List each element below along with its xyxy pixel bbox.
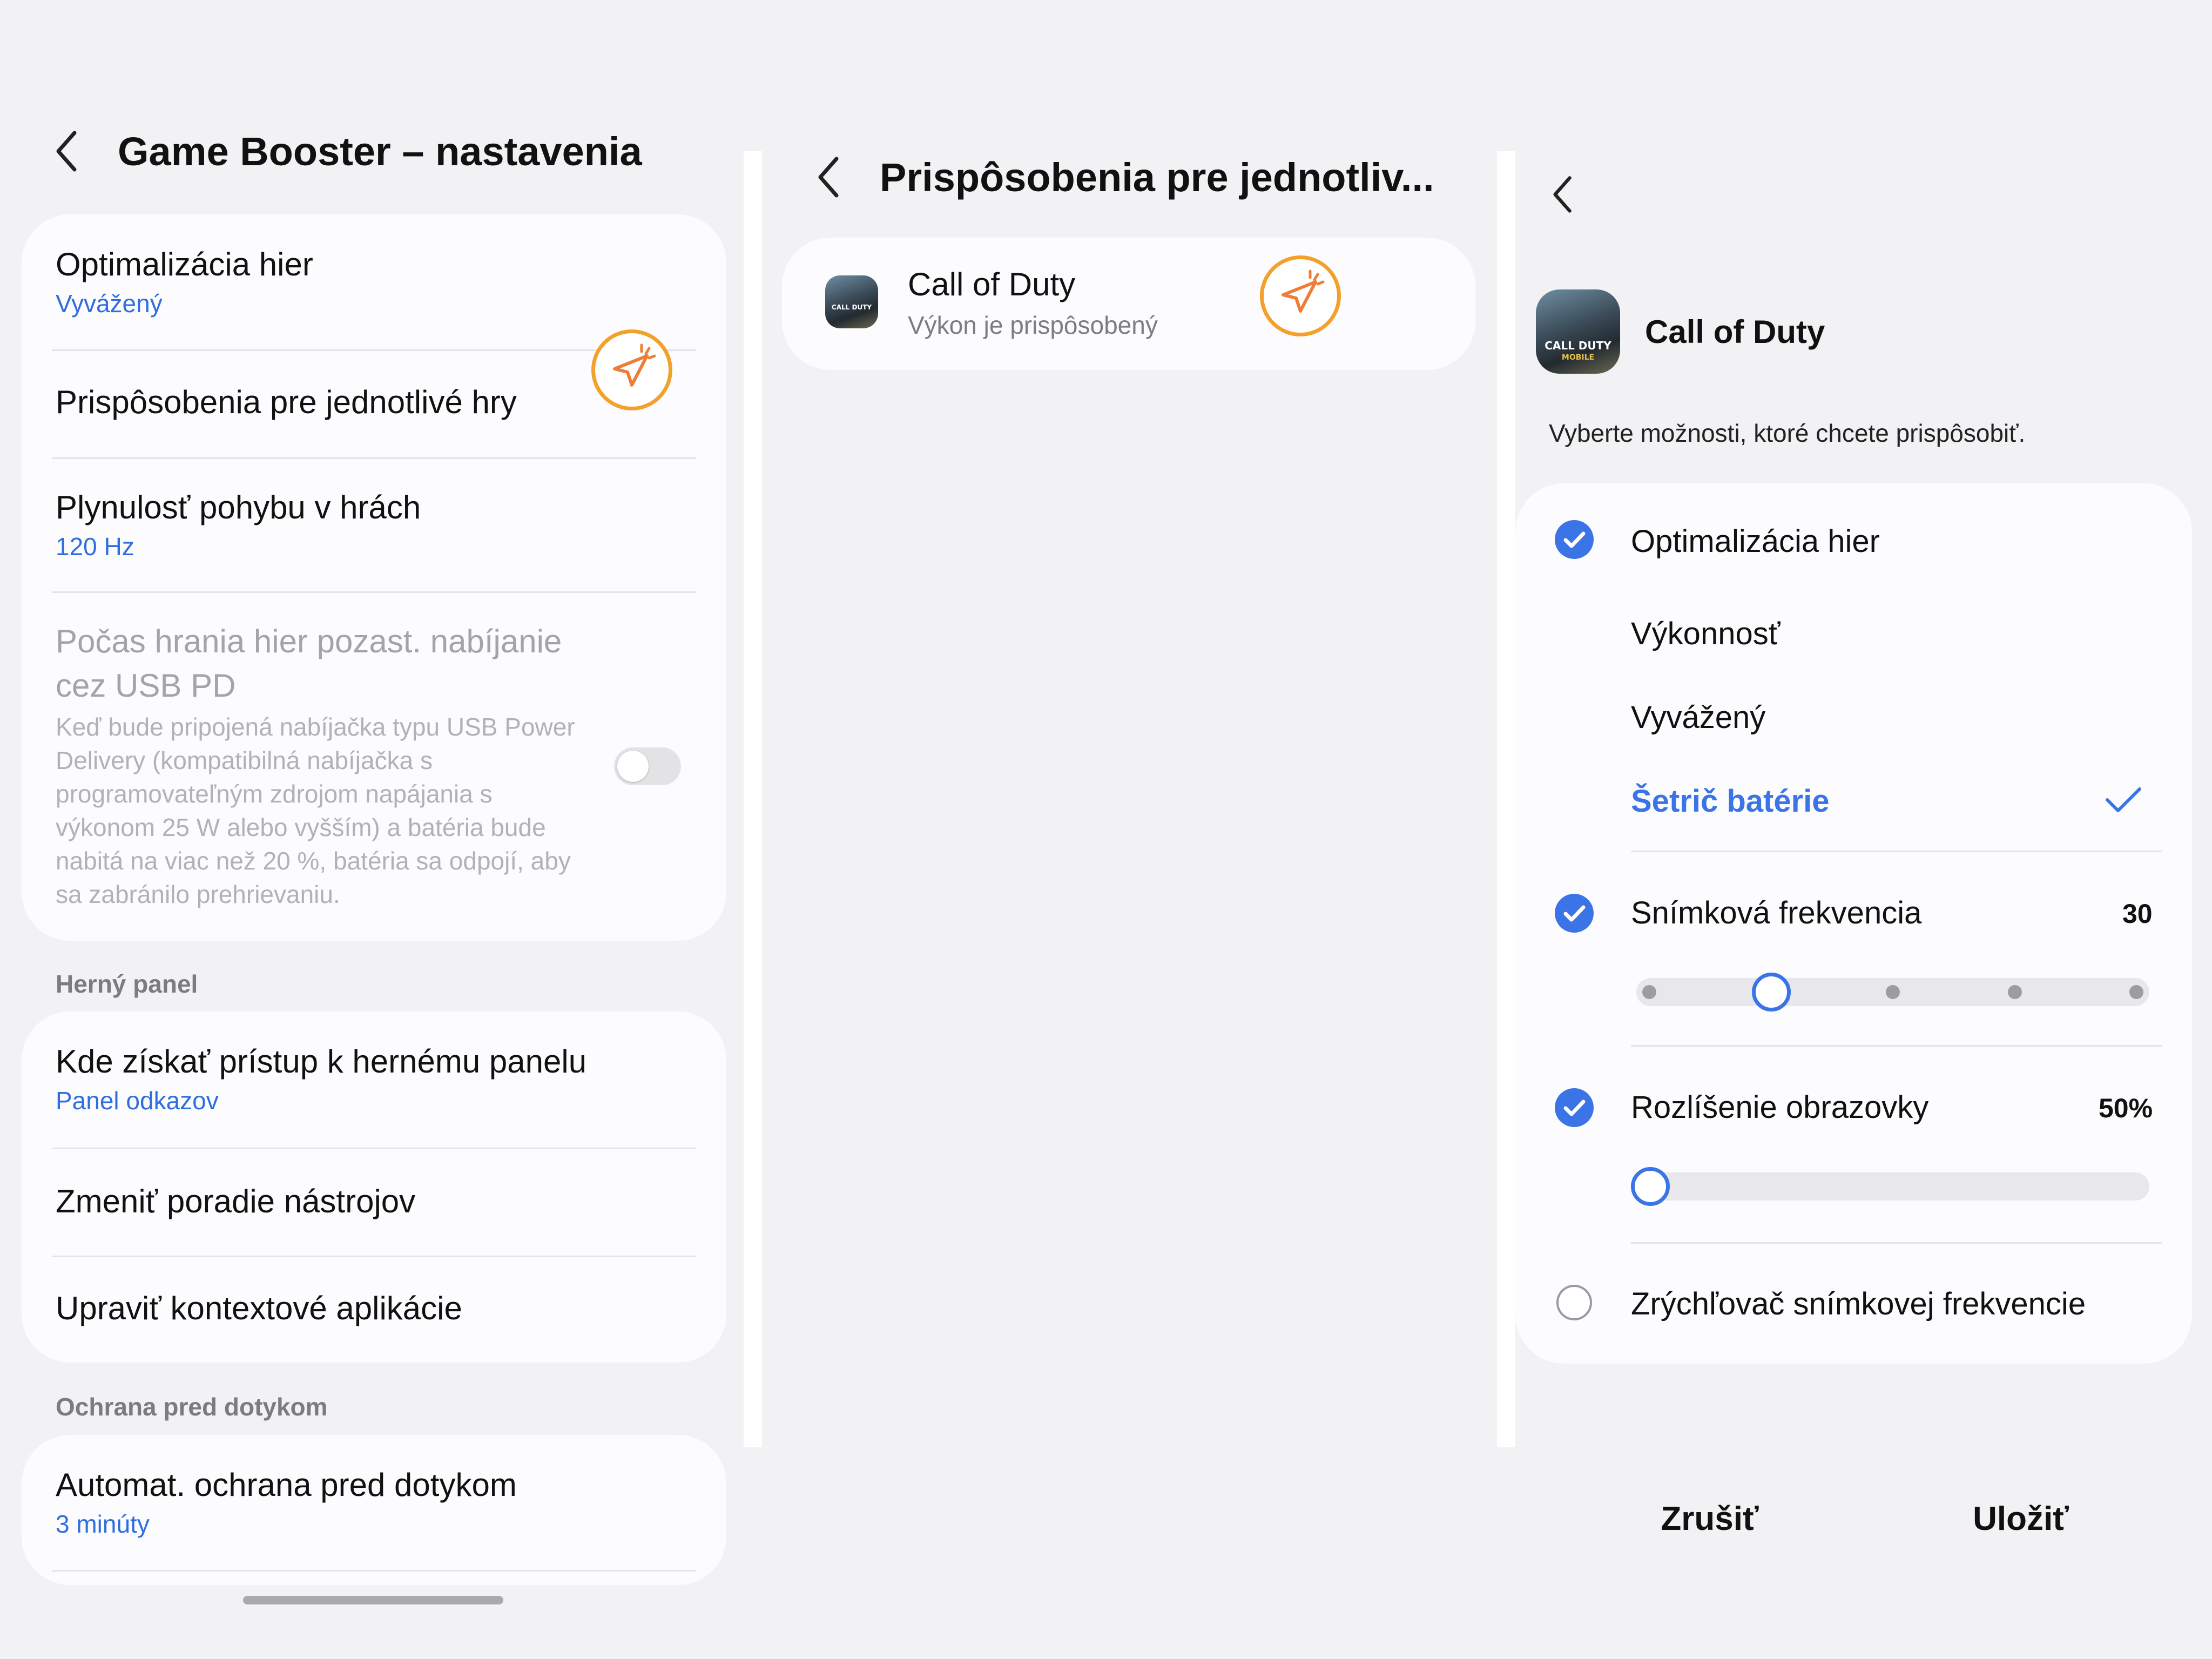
section-label-game-panel: Herný panel — [56, 970, 198, 998]
option-performance[interactable]: Výkonnosť — [1631, 616, 1780, 652]
resolution-slider[interactable] — [1631, 1172, 2149, 1201]
app-icon-label-bottom: MOBILE — [1561, 353, 1595, 362]
frame-rate-step-dot — [2129, 985, 2143, 999]
panel-divider — [744, 151, 762, 1447]
frame-rate-step-dot — [1886, 985, 1900, 999]
panel-divider — [1497, 151, 1515, 1447]
game-item-call-of-duty[interactable]: CALL DUTY Call of Duty Výkon je prispôso… — [782, 238, 1475, 370]
call-of-duty-app-icon: CALL DUTY — [825, 275, 878, 328]
resolution-slider-thumb[interactable] — [1631, 1167, 1670, 1206]
frame-rate-slider[interactable] — [1636, 973, 2149, 1011]
resolution-checkbox[interactable] — [1555, 1088, 1594, 1127]
row-edit-context-apps[interactable]: Upraviť kontextové aplikácie — [22, 1257, 726, 1363]
selected-check-icon — [2104, 785, 2143, 820]
game-customization-detail-panel: CALL DUTY MOBILE Call of Duty Vyberte mo… — [1515, 0, 2212, 1659]
optimization-checkbox[interactable] — [1555, 520, 1594, 559]
page-title: Game Booster – nastavenia — [118, 129, 642, 174]
cancel-button[interactable]: Zrušiť — [1629, 1500, 1791, 1538]
row-title: Automat. ochrana pred dotykom — [56, 1467, 517, 1503]
settings-card-main: Optimalizácia hier Vyvážený Prispôsobeni… — [22, 214, 726, 941]
panel2-header: Prispôsobenia pre jednotliv... — [816, 153, 1434, 201]
back-chevron-icon[interactable] — [816, 156, 842, 199]
settings-card-touch-protection: Automat. ochrana pred dotykom 3 minúty — [22, 1435, 726, 1585]
frame-rate-step-dot — [2007, 985, 2022, 999]
divider — [52, 1570, 696, 1572]
game-name: Call of Duty — [908, 266, 1076, 302]
divider — [1631, 1045, 2162, 1047]
resolution-value: 50% — [2099, 1093, 2153, 1123]
usb-pd-toggle[interactable] — [614, 747, 681, 785]
frame-rate-step-dot — [1642, 985, 1656, 999]
row-subtitle: 120 Hz — [56, 532, 134, 561]
game-list-card: CALL DUTY Call of Duty Výkon je prispôso… — [782, 238, 1475, 370]
row-motion-smoothness[interactable]: Plynulosť pohybu v hrách 120 Hz — [22, 459, 726, 591]
row-title-line2: cez USB PD — [56, 667, 236, 704]
frame-rate-label: Snímková frekvencia — [1631, 895, 1922, 930]
app-icon-label: CALL DUTY — [831, 304, 872, 311]
row-reorder-tools[interactable]: Zmeniť poradie nástrojov — [22, 1149, 726, 1255]
save-button[interactable]: Uložiť — [1940, 1500, 2102, 1538]
app-icon-label-top: CALL DUTY — [1545, 339, 1611, 352]
app-name: Call of Duty — [1645, 314, 1825, 350]
toggle-knob — [617, 751, 649, 782]
optimization-label: Optimalizácia hier — [1631, 524, 1880, 559]
customization-options-card: Optimalizácia hier Výkonnosť Vyvážený Še… — [1515, 483, 2192, 1364]
row-description: Keď bude pripojená nabíjačka typu USB Po… — [56, 713, 575, 908]
panel3-header — [1551, 173, 1575, 216]
row-subtitle: 3 minúty — [56, 1510, 150, 1538]
row-title: Kde získať prístup k hernému panelu — [56, 1043, 587, 1080]
row-title: Upraviť kontextové aplikácie — [56, 1290, 462, 1326]
page-title: Prispôsobenia pre jednotliv... — [880, 154, 1434, 200]
section-label-touch-protection: Ochrana pred dotykom — [56, 1393, 328, 1421]
row-title: Zmeniť poradie nástrojov — [56, 1183, 416, 1219]
row-subtitle: Panel odkazov — [56, 1087, 219, 1115]
home-indicator — [243, 1596, 503, 1604]
divider — [1631, 851, 2162, 852]
frame-rate-checkbox[interactable] — [1555, 894, 1594, 933]
panel1-header: Game Booster – nastavenia — [54, 127, 642, 176]
cursor-click-icon — [591, 329, 672, 410]
cursor-click-icon — [1260, 255, 1341, 336]
row-title: Optimalizácia hier — [56, 246, 313, 282]
row-subtitle: Vyvážený — [56, 289, 163, 318]
row-game-optimization[interactable]: Optimalizácia hier Vyvážený — [22, 214, 726, 349]
game-status: Výkon je prispôsobený — [908, 311, 1158, 339]
game-booster-settings-panel: Game Booster – nastavenia Optimalizácia … — [0, 0, 745, 1659]
frame-booster-checkbox[interactable] — [1556, 1285, 1592, 1320]
option-balanced[interactable]: Vyvážený — [1631, 699, 1765, 736]
frame-booster-label: Zrýchľovač snímkovej frekvencie — [1631, 1286, 2086, 1321]
back-chevron-icon[interactable] — [54, 130, 80, 173]
row-auto-touch-protection[interactable]: Automat. ochrana pred dotykom 3 minúty — [22, 1435, 726, 1570]
back-chevron-icon[interactable] — [1551, 175, 1575, 214]
per-game-customization-panel: Prispôsobenia pre jednotliv... CALL DUTY… — [762, 0, 1496, 1659]
option-battery-saver[interactable]: Šetrič batérie — [1631, 783, 1830, 819]
row-title: Prispôsobenia pre jednotlivé hry — [56, 384, 517, 420]
call-of-duty-app-icon: CALL DUTY MOBILE — [1536, 289, 1620, 374]
divider — [1631, 1242, 2162, 1244]
row-title: Plynulosť pohybu v hrách — [56, 489, 421, 525]
row-pause-usb-pd-charging: Počas hrania hier pozast. nabíjanie cez … — [22, 593, 726, 939]
frame-rate-value: 30 — [2122, 899, 2153, 929]
resolution-label: Rozlíšenie obrazovky — [1631, 1090, 1929, 1125]
instruction-text: Vyberte možnosti, ktoré chcete prispôsob… — [1549, 419, 2026, 447]
row-game-panel-access[interactable]: Kde získať prístup k hernému panelu Pane… — [22, 1011, 726, 1147]
frame-rate-slider-thumb[interactable] — [1751, 973, 1791, 1011]
settings-card-game-panel: Kde získať prístup k hernému panelu Pane… — [22, 1011, 726, 1363]
row-title-line1: Počas hrania hier pozast. nabíjanie — [56, 623, 562, 659]
